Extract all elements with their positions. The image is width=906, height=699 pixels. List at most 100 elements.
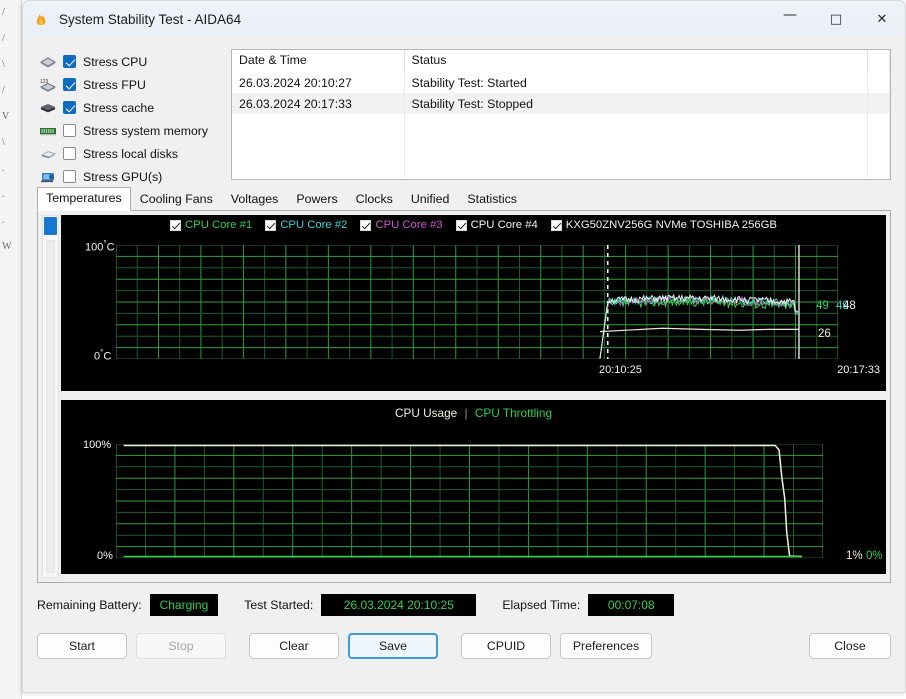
option-label: Stress system memory — [83, 123, 209, 138]
bg-glyph: \ — [2, 137, 5, 148]
graphs-panel: CPU Core #1 CPU Core #2 CPU Core #3 CPU … — [37, 211, 891, 583]
test-started-value: 26.03.2024 20:10:25 — [321, 594, 477, 616]
cpu-chip-icon — [37, 53, 59, 71]
column-header-datetime[interactable]: Date & Time — [232, 50, 405, 73]
column-header-status[interactable]: Status — [404, 50, 868, 73]
legend-item-cpu-core-1[interactable]: CPU Core #1 — [170, 219, 252, 231]
close-button[interactable]: Close — [809, 633, 891, 659]
temperature-legend: CPU Core #1 CPU Core #2 CPU Core #3 CPU … — [61, 219, 886, 231]
legend-label: CPU Core #4 — [470, 219, 538, 231]
option-stress-cache[interactable]: Stress cache — [37, 96, 222, 119]
close-window-button[interactable]: ✕ — [859, 1, 905, 37]
temp-readout-core4: 48 — [843, 300, 856, 312]
cell-status: Stability Test: Stopped — [404, 93, 868, 114]
scrollbar-thumb[interactable] — [44, 217, 57, 235]
legend-checkbox[interactable] — [360, 219, 372, 231]
bg-glyph: \ — [2, 59, 5, 70]
legend-item-cpu-core-4[interactable]: CPU Core #4 — [455, 219, 538, 231]
legend-label: CPU Core #3 — [375, 219, 443, 231]
minimize-icon: — — [783, 7, 797, 23]
fpu-chip-icon: 123 — [37, 76, 59, 94]
column-header-spacer — [867, 50, 890, 73]
cpu-usage-title: CPU Usage — [394, 406, 458, 420]
legend-checkbox[interactable] — [170, 219, 182, 231]
tab-voltages[interactable]: Voltages — [222, 188, 288, 211]
cell-datetime: 26.03.2024 20:17:33 — [232, 93, 405, 114]
table-row[interactable]: 26.03.2024 20:10:27 Stability Test: Star… — [232, 72, 890, 93]
tab-powers[interactable]: Powers — [287, 188, 346, 211]
temp-x-axis-end: 20:17:33 — [837, 364, 880, 376]
status-strip: Remaining Battery: Charging Test Started… — [37, 592, 891, 618]
bg-glyph: / — [2, 7, 5, 18]
cpu-throttling-title: CPU Throttling — [474, 406, 553, 420]
hard-disk-icon — [37, 145, 59, 163]
legend-checkbox[interactable] — [265, 219, 277, 231]
legend-item-cpu-core-2[interactable]: CPU Core #2 — [265, 219, 347, 231]
legend-label: CPU Core #1 — [185, 219, 253, 231]
checkbox[interactable] — [63, 55, 76, 68]
cpu-plot-area — [115, 443, 824, 559]
gpu-card-icon — [37, 168, 59, 186]
tab-cooling-fans[interactable]: Cooling Fans — [131, 188, 222, 211]
cpu-usage-chart[interactable]: CPU Usage | CPU Throttling 100% 0% 1% 0% — [61, 400, 886, 574]
option-label: Stress local disks — [83, 146, 178, 161]
checkbox[interactable] — [63, 101, 76, 114]
checkbox[interactable] — [63, 124, 76, 137]
legend-item-cpu-core-3[interactable]: CPU Core #3 — [360, 219, 443, 231]
option-stress-cpu[interactable]: Stress CPU — [37, 50, 222, 73]
background-window-sliver[interactable]: / / \ / V \ . . . W — [0, 0, 22, 699]
stop-button: Stop — [136, 633, 226, 659]
aida64-flame-icon — [33, 10, 51, 28]
cpu-usage-readout: 1% — [846, 550, 863, 562]
legend-item-nvme-disk[interactable]: KXG50ZNV256G NVMe TOSHIBA 256GB — [550, 219, 777, 231]
checkbox[interactable] — [63, 78, 76, 91]
maximize-button[interactable]: □ — [813, 1, 859, 37]
option-stress-system-memory[interactable]: Stress system memory — [37, 119, 222, 142]
graph-gap — [61, 391, 886, 400]
checkbox[interactable] — [63, 147, 76, 160]
table-header-row: Date & Time Status — [232, 50, 890, 73]
option-stress-fpu[interactable]: 123 Stress FPU — [37, 73, 222, 96]
cpuid-button[interactable]: CPUID — [461, 633, 551, 659]
event-log-table[interactable]: Date & Time Status 26.03.2024 20:10:27 S… — [231, 49, 891, 180]
scrollbar-track[interactable] — [46, 240, 55, 573]
option-stress-local-disks[interactable]: Stress local disks — [37, 142, 222, 165]
bg-glyph: V — [2, 111, 9, 122]
start-button[interactable]: Start — [37, 633, 127, 659]
cpu-y-axis-min: 0% — [97, 550, 113, 562]
top-row: Stress CPU 123 Stress FPU Stress cache S… — [23, 37, 905, 184]
option-stress-gpus[interactable]: Stress GPU(s) — [37, 165, 222, 188]
clear-button[interactable]: Clear — [249, 633, 339, 659]
legend-checkbox[interactable] — [455, 219, 467, 231]
button-bar: Start Stop Clear Save CPUID Preferences … — [37, 632, 891, 660]
tab-clocks[interactable]: Clocks — [347, 188, 402, 211]
client-area: Stress CPU 123 Stress FPU Stress cache S… — [23, 37, 905, 692]
save-button[interactable]: Save — [348, 633, 438, 659]
tab-temperatures[interactable]: Temperatures — [37, 187, 131, 211]
tab-unified[interactable]: Unified — [402, 188, 459, 211]
tab-bar: Temperatures Cooling Fans Voltages Power… — [37, 187, 891, 211]
temp-x-axis-start: 20:10:25 — [599, 364, 642, 376]
table-row-empty — [232, 114, 890, 135]
temperatures-chart[interactable]: CPU Core #1 CPU Core #2 CPU Core #3 CPU … — [61, 215, 886, 391]
table-row[interactable]: 26.03.2024 20:17:33 Stability Test: Stop… — [232, 93, 890, 114]
graphs-vertical-scrollbar[interactable] — [42, 215, 59, 578]
minimize-button[interactable]: — — [767, 1, 813, 37]
stress-options-list: Stress CPU 123 Stress FPU Stress cache S… — [37, 49, 222, 184]
system-stability-test-window: System Stability Test - AIDA64 — □ ✕ Str… — [22, 0, 906, 693]
temp-readout-nvme: 26 — [818, 328, 831, 340]
checkbox[interactable] — [63, 170, 76, 183]
tab-statistics[interactable]: Statistics — [458, 188, 526, 211]
legend-checkbox[interactable] — [550, 219, 562, 231]
cell-spacer — [867, 93, 890, 114]
bg-glyph: / — [2, 33, 5, 44]
title-bar: System Stability Test - AIDA64 — □ ✕ — [23, 1, 905, 37]
cache-chip-icon — [37, 99, 59, 117]
cpu-y-axis-max: 100% — [83, 439, 112, 451]
legend-label: CPU Core #2 — [280, 219, 348, 231]
bg-glyph: W — [2, 241, 11, 252]
temp-y-axis-max: 100°C — [85, 239, 115, 254]
window-title: System Stability Test - AIDA64 — [59, 11, 242, 27]
temp-y-axis-min: 0°C — [94, 348, 112, 363]
preferences-button[interactable]: Preferences — [560, 633, 652, 659]
